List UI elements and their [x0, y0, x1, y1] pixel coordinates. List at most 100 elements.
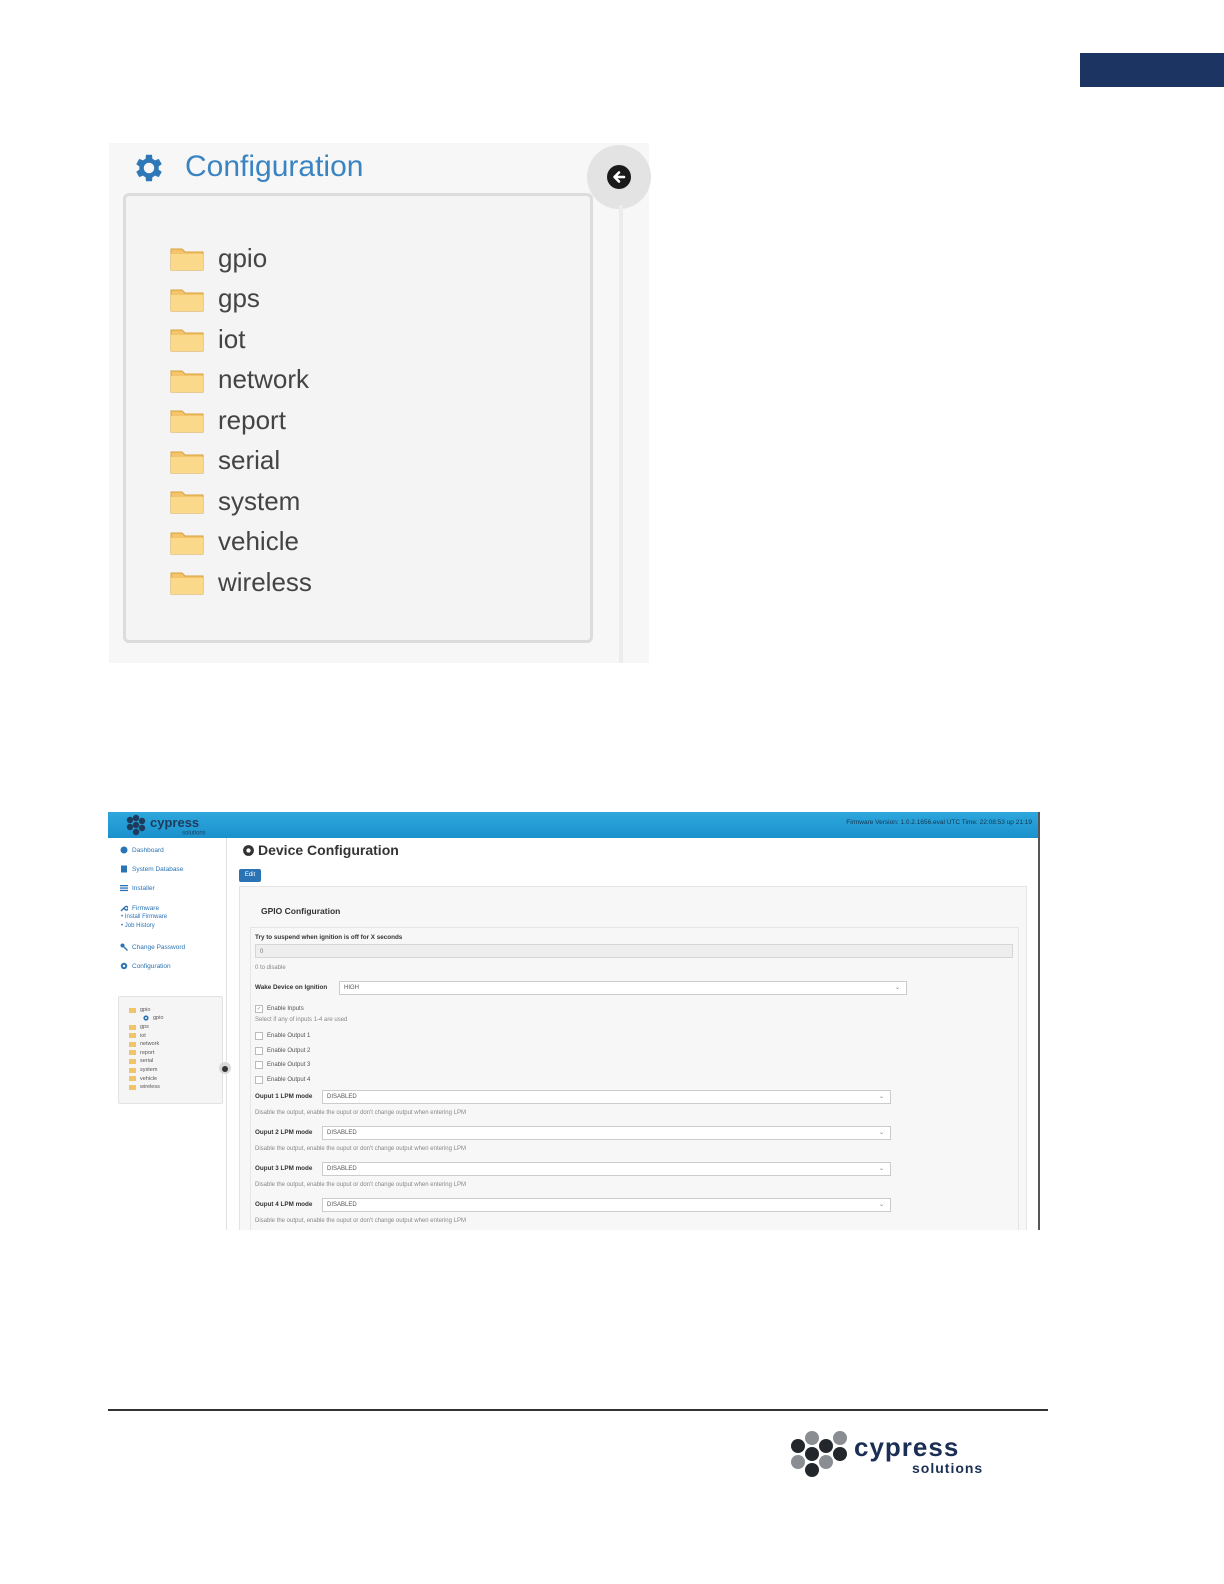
enable-output-3-checkbox[interactable]: Enable Output 3 — [255, 1061, 310, 1069]
suspend-seconds-input[interactable]: 0 — [255, 944, 1013, 958]
folder-icon — [170, 370, 204, 393]
sidebar-item-change-password[interactable]: Change Password — [120, 943, 185, 951]
lpm-help: Disable the output, enable the ouput or … — [255, 1110, 466, 1116]
logo-text: cypress — [150, 815, 199, 830]
chevron-down-icon: ⌄ — [878, 1202, 884, 1208]
folder-open-icon — [129, 1007, 136, 1013]
folder-item-gpio[interactable]: gpio — [170, 238, 312, 279]
folder-tree: gpio gps iot network report serial system vehic… — [123, 193, 593, 643]
lpm-select-1[interactable]: DISABLED ⌄ — [322, 1090, 891, 1104]
configuration-header: Configuration — [109, 143, 609, 193]
firmware-status: Firmware Version: 1.0.2.1656.eval UTC Ti… — [846, 819, 1032, 826]
suspend-label: Try to suspend when ignition is off for … — [255, 934, 403, 941]
tree-item-report[interactable]: report — [129, 1050, 154, 1056]
enable-output-1-checkbox[interactable]: Enable Output 1 — [255, 1032, 310, 1040]
cypress-logo: cypress solutions — [126, 814, 206, 837]
sidebar-item-configuration[interactable]: Configuration — [120, 962, 171, 970]
footer-divider — [108, 1409, 1048, 1411]
suspend-help: 0 to disable — [255, 965, 286, 971]
enable-output-4-checkbox[interactable]: Enable Output 4 — [255, 1076, 310, 1084]
tree-item-wireless[interactable]: wireless — [129, 1084, 160, 1090]
arrow-left-circle-icon — [222, 1066, 228, 1072]
lpm-select-2[interactable]: DISABLED ⌄ — [322, 1126, 891, 1140]
sidebar-subitem-job-history[interactable]: • Job History — [121, 923, 155, 929]
enable-inputs-checkbox[interactable]: ✓ Enable Inputs — [255, 1005, 304, 1013]
header-corner-tab — [1080, 53, 1224, 87]
lpm-help: Disable the output, enable the ouput or … — [255, 1182, 466, 1188]
folder-item-network[interactable]: network — [170, 360, 312, 401]
enable-output-2-checkbox[interactable]: Enable Output 2 — [255, 1047, 310, 1055]
folder-item-serial[interactable]: serial — [170, 441, 312, 482]
tree-item-iot[interactable]: iot — [129, 1033, 146, 1039]
tree-item-gps[interactable]: gps — [129, 1024, 149, 1030]
lpm-select-3[interactable]: DISABLED ⌄ — [322, 1162, 891, 1176]
edit-button[interactable]: Edit — [239, 869, 261, 882]
folder-item-gps[interactable]: gps — [170, 279, 312, 320]
configuration-panel-figure: Configuration gpio gps iot network report ser… — [109, 143, 651, 663]
folder-label: gps — [218, 283, 260, 314]
lpm-select-value: DISABLED — [327, 1202, 357, 1208]
checkbox-icon — [255, 1076, 263, 1084]
sidebar: Dashboard System Database Installer Firm… — [108, 838, 231, 1230]
key-icon — [120, 943, 128, 951]
sidebar-item-firmware[interactable]: Firmware — [120, 904, 159, 912]
subitem-label: Install Firmware — [124, 914, 168, 920]
folder-icon — [170, 289, 204, 312]
lpm-label: Ouput 2 LPM mode — [255, 1129, 313, 1136]
folder-label: gpio — [218, 242, 268, 273]
sidebar-item-label: Change Password — [132, 943, 186, 951]
lpm-select-value: DISABLED — [327, 1166, 357, 1172]
sidebar-item-system-database[interactable]: System Database — [120, 865, 183, 873]
tree-item-label: iot — [140, 1032, 146, 1039]
sidebar-subitem-install-firmware[interactable]: • Install Firmware — [121, 914, 167, 920]
logo-subtext: solutions — [182, 831, 206, 837]
gear-icon — [143, 1015, 149, 1021]
tree-item-system[interactable]: system — [129, 1067, 157, 1073]
chevron-down-icon: ⌄ — [878, 1130, 884, 1136]
sidebar-item-installer[interactable]: Installer — [120, 884, 155, 892]
collapse-tree-button[interactable] — [219, 1062, 231, 1074]
lpm-help: Disable the output, enable the ouput or … — [255, 1218, 466, 1224]
tree-item-serial[interactable]: serial — [129, 1058, 153, 1064]
sidebar-item-label: Dashboard — [132, 846, 164, 854]
folder-icon — [129, 1076, 136, 1082]
checkbox-label: Enable Output 3 — [267, 1062, 311, 1068]
enable-inputs-help: Select if any of inputs 1-4 are used — [255, 1017, 348, 1023]
folder-icon — [170, 491, 204, 514]
tree-item-label: vehicle — [140, 1075, 158, 1082]
tree-item-network[interactable]: network — [129, 1041, 159, 1047]
tree-item-vehicle[interactable]: vehicle — [129, 1076, 157, 1082]
folder-item-system[interactable]: system — [170, 481, 312, 522]
main-content: Device Configuration Edit GPIO Configura… — [238, 838, 1038, 1230]
sidebar-folder-tree: gpio gpio gps iot network report serial syste… — [118, 996, 223, 1104]
folder-label: iot — [218, 323, 246, 354]
checkbox-icon — [255, 1061, 263, 1069]
chevron-down-icon: ⌄ — [878, 1094, 884, 1100]
folder-icon — [170, 410, 204, 433]
sidebar-item-dashboard[interactable]: Dashboard — [120, 846, 164, 854]
folder-icon — [170, 248, 204, 271]
page-title-text: Device Configuration — [258, 842, 399, 858]
lpm-select-4[interactable]: DISABLED ⌄ — [322, 1198, 891, 1212]
folder-label: serial — [218, 445, 281, 476]
wake-label: Wake Device on Ignition — [255, 984, 328, 991]
panel-divider — [619, 205, 623, 663]
folder-item-iot[interactable]: iot — [170, 319, 312, 360]
folder-label: network — [218, 364, 310, 395]
folder-item-wireless[interactable]: wireless — [170, 562, 312, 603]
back-button[interactable] — [587, 145, 651, 209]
tree-child-gpio[interactable]: gpio — [143, 1015, 163, 1021]
folder-item-report[interactable]: report — [170, 400, 312, 441]
checkbox-icon — [255, 1032, 263, 1040]
subitem-label: Job History — [124, 923, 155, 929]
folder-item-vehicle[interactable]: vehicle — [170, 522, 312, 563]
top-bar: cypress solutions Firmware Version: 1.0.… — [108, 812, 1038, 838]
checkbox-label: Enable Output 4 — [267, 1077, 311, 1083]
folder-icon — [170, 451, 204, 474]
tree-item-label: gpio — [153, 1015, 164, 1021]
lpm-select-value: DISABLED — [327, 1130, 357, 1136]
tree-item-gpio[interactable]: gpio — [129, 1007, 150, 1013]
folder-label: wireless — [218, 566, 312, 597]
wake-select[interactable]: HIGH ⌄ — [339, 981, 907, 995]
sidebar-item-label: System Database — [132, 865, 184, 873]
